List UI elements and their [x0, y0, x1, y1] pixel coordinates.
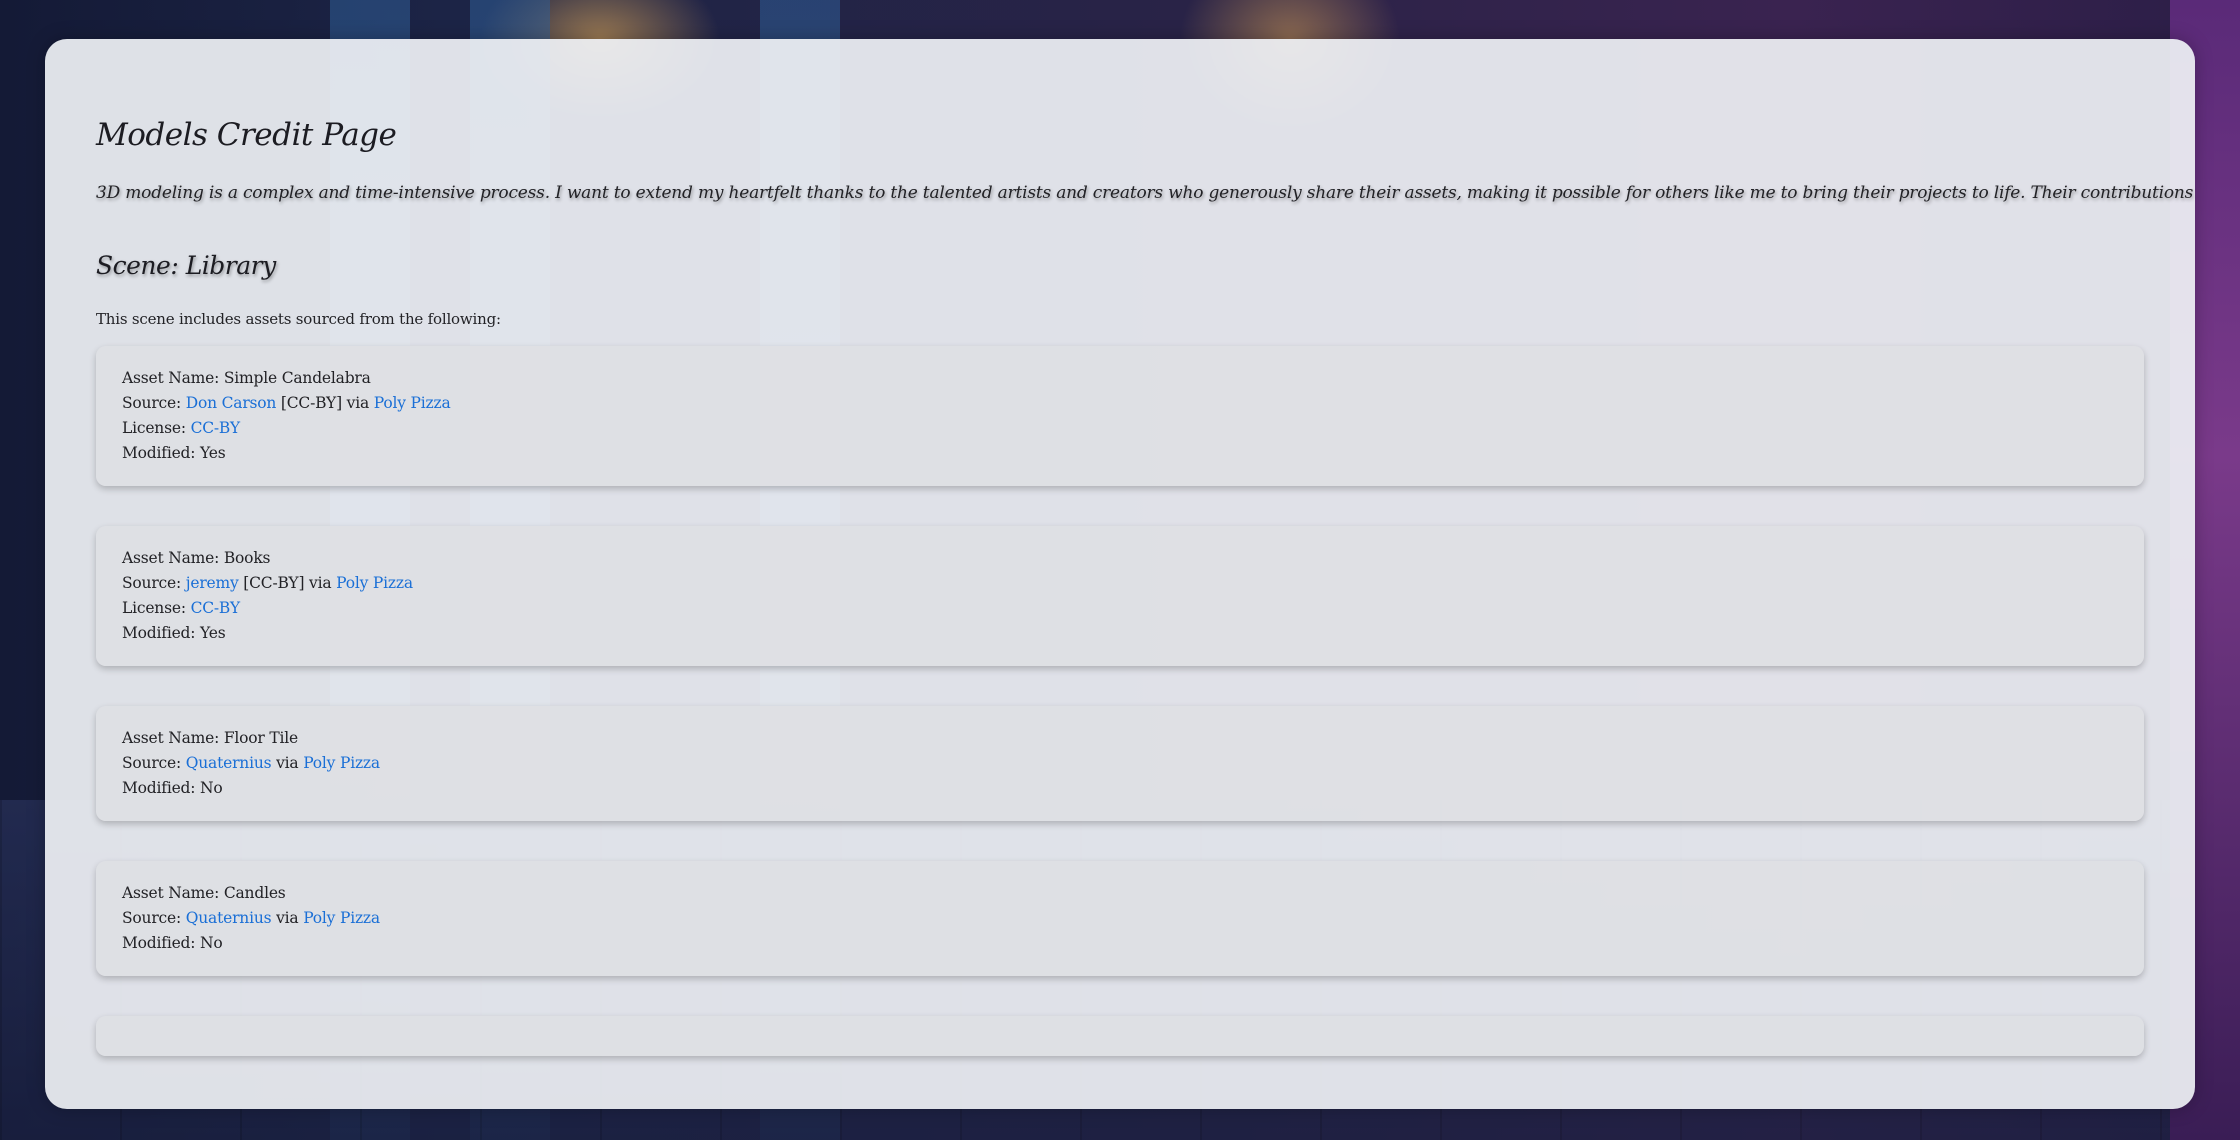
via-text: via — [341, 394, 374, 412]
asset-name-line: Asset Name: Candles — [122, 881, 2118, 906]
via-text: via — [304, 574, 337, 592]
asset-license-line: License: CC-BY — [122, 416, 2118, 441]
license-label: License: — [122, 599, 191, 617]
platform-link[interactable]: Poly Pizza — [303, 754, 380, 772]
asset-name: Candles — [223, 884, 286, 902]
asset-card: Asset Name: Candles Source: Quaternius v… — [96, 861, 2144, 976]
asset-modified-line: Modified: No — [122, 931, 2118, 956]
asset-license-line: License: CC-BY — [122, 596, 2118, 621]
platform-link[interactable]: Poly Pizza — [303, 909, 380, 927]
license-link[interactable]: CC-BY — [191, 419, 241, 437]
source-label: Source: — [122, 574, 186, 592]
modified-value: No — [200, 779, 223, 797]
source-label: Source: — [122, 754, 186, 772]
scene-description: This scene includes assets sourced from … — [96, 310, 501, 328]
asset-name: Simple Candelabra — [223, 369, 371, 387]
platform-link[interactable]: Poly Pizza — [336, 574, 413, 592]
asset-source-line: Source: Quaternius via Poly Pizza — [122, 906, 2118, 931]
asset-name-label: Asset Name: — [122, 369, 224, 387]
asset-name-label: Asset Name: — [122, 549, 224, 567]
asset-name: Floor Tile — [223, 729, 298, 747]
asset-name-line: Asset Name: Simple Candelabra — [122, 366, 2118, 391]
scene-title: Scene: Library — [96, 251, 276, 280]
asset-name: Books — [223, 549, 271, 567]
via-text: via — [271, 909, 304, 927]
modified-value: No — [200, 934, 223, 952]
modified-value: Yes — [200, 444, 226, 462]
asset-source-line: Source: Don Carson [CC-BY] via Poly Pizz… — [122, 391, 2118, 416]
asset-card — [96, 1016, 2144, 1056]
asset-card: Asset Name: Books Source: jeremy [CC-BY]… — [96, 526, 2144, 666]
asset-source-line: Source: jeremy [CC-BY] via Poly Pizza — [122, 571, 2118, 596]
via-text: via — [271, 754, 304, 772]
asset-modified-line: Modified: Yes — [122, 441, 2118, 466]
source-label: Source: — [122, 394, 186, 412]
source-label: Source: — [122, 909, 186, 927]
asset-modified-line: Modified: Yes — [122, 621, 2118, 646]
author-link[interactable]: jeremy — [186, 574, 239, 592]
asset-name-line: Asset Name: Floor Tile — [122, 726, 2118, 751]
asset-card: Asset Name: Simple Candelabra Source: Do… — [96, 346, 2144, 486]
modified-label: Modified: — [122, 934, 201, 952]
asset-modified-line: Modified: No — [122, 776, 2118, 801]
author-link[interactable]: Quaternius — [186, 909, 272, 927]
modified-value: Yes — [200, 624, 226, 642]
intro-paragraph: 3D modeling is a complex and time-intens… — [96, 183, 2195, 203]
author-license-note: [CC-BY] — [276, 394, 342, 412]
asset-card: Asset Name: Floor Tile Source: Quaterniu… — [96, 706, 2144, 821]
author-license-note: [CC-BY] — [238, 574, 305, 592]
license-link[interactable]: CC-BY — [191, 599, 241, 617]
asset-source-line: Source: Quaternius via Poly Pizza — [122, 751, 2118, 776]
asset-name-label: Asset Name: — [122, 729, 224, 747]
credits-panel[interactable]: Models Credit Page 3D modeling is a comp… — [45, 39, 2195, 1109]
modified-label: Modified: — [122, 624, 201, 642]
asset-name-line: Asset Name: Books — [122, 546, 2118, 571]
page-title: Models Credit Page — [96, 117, 397, 153]
modified-label: Modified: — [122, 444, 201, 462]
author-link[interactable]: Quaternius — [186, 754, 272, 772]
license-label: License: — [122, 419, 191, 437]
modified-label: Modified: — [122, 779, 201, 797]
asset-name-label: Asset Name: — [122, 884, 224, 902]
platform-link[interactable]: Poly Pizza — [374, 394, 451, 412]
author-link[interactable]: Don Carson — [186, 394, 277, 412]
